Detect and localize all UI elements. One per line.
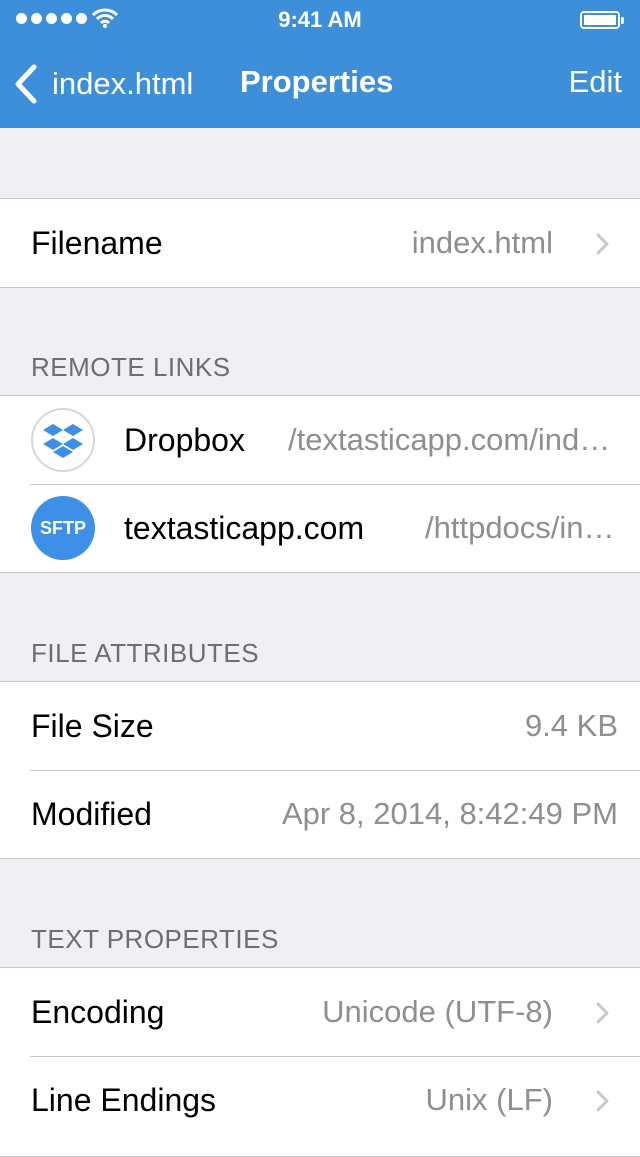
chevron-right-icon (596, 233, 609, 255)
dropbox-icon (31, 408, 95, 472)
text-properties-group: Encoding Unicode (UTF-8) Line Endings Un… (0, 967, 640, 1157)
file-attributes-group: File Size 9.4 KB Modified Apr 8, 2014, 8… (0, 681, 640, 859)
remote-links-group: Dropbox /textasticapp.com/index.html SFT… (0, 395, 640, 573)
filename-row[interactable]: Filename index.html (0, 199, 640, 287)
file-attributes-header: FILE ATTRIBUTES (31, 638, 260, 668)
file-size-label: File Size (31, 707, 154, 744)
edit-button[interactable]: Edit (569, 64, 622, 100)
chevron-right-icon (596, 1090, 609, 1112)
encoding-label: Encoding (31, 993, 165, 1030)
remote-links-header: REMOTE LINKS (31, 352, 231, 382)
remote-link-dropbox[interactable]: Dropbox /textasticapp.com/index.html (0, 396, 640, 484)
status-bar: 9:41 AM (0, 0, 640, 40)
chevron-left-icon (15, 64, 37, 104)
page-title: Properties (240, 64, 394, 99)
modified-value: Apr 8, 2014, 8:42:49 PM (281, 796, 618, 831)
text-properties-header: TEXT PROPERTIES (31, 924, 279, 954)
file-size-row: File Size 9.4 KB (0, 682, 640, 770)
back-button[interactable]: index.html (14, 62, 193, 106)
chevron-right-icon (596, 1002, 609, 1024)
remote-link-path: /textasticapp.com/index.html (288, 422, 620, 457)
remote-link-path: /httpdocs/index.html (425, 510, 620, 545)
back-button-label: index.html (52, 66, 194, 101)
filename-label: Filename (31, 224, 163, 261)
line-endings-value: Unix (LF) (425, 1082, 553, 1117)
modified-label: Modified (31, 795, 152, 832)
remote-link-name: Dropbox (124, 421, 245, 458)
encoding-row[interactable]: Encoding Unicode (UTF-8) (0, 968, 640, 1056)
line-endings-row[interactable]: Line Endings Unix (LF) (0, 1056, 640, 1144)
modified-row: Modified Apr 8, 2014, 8:42:49 PM (0, 770, 640, 858)
file-size-value: 9.4 KB (524, 708, 618, 743)
status-time: 9:41 AM (278, 7, 362, 32)
encoding-value: Unicode (UTF-8) (322, 994, 553, 1029)
filename-group: Filename index.html (0, 198, 640, 288)
filename-value: index.html (411, 225, 553, 260)
navigation-bar: 9:41 AM index.html Properties Edit (0, 0, 640, 128)
remote-link-sftp[interactable]: SFTP textasticapp.com /httpdocs/index.ht… (0, 484, 640, 572)
remote-link-name: textasticapp.com (124, 509, 365, 546)
line-endings-label: Line Endings (31, 1081, 217, 1118)
battery-icon (580, 11, 624, 29)
sftp-icon: SFTP (31, 496, 95, 560)
